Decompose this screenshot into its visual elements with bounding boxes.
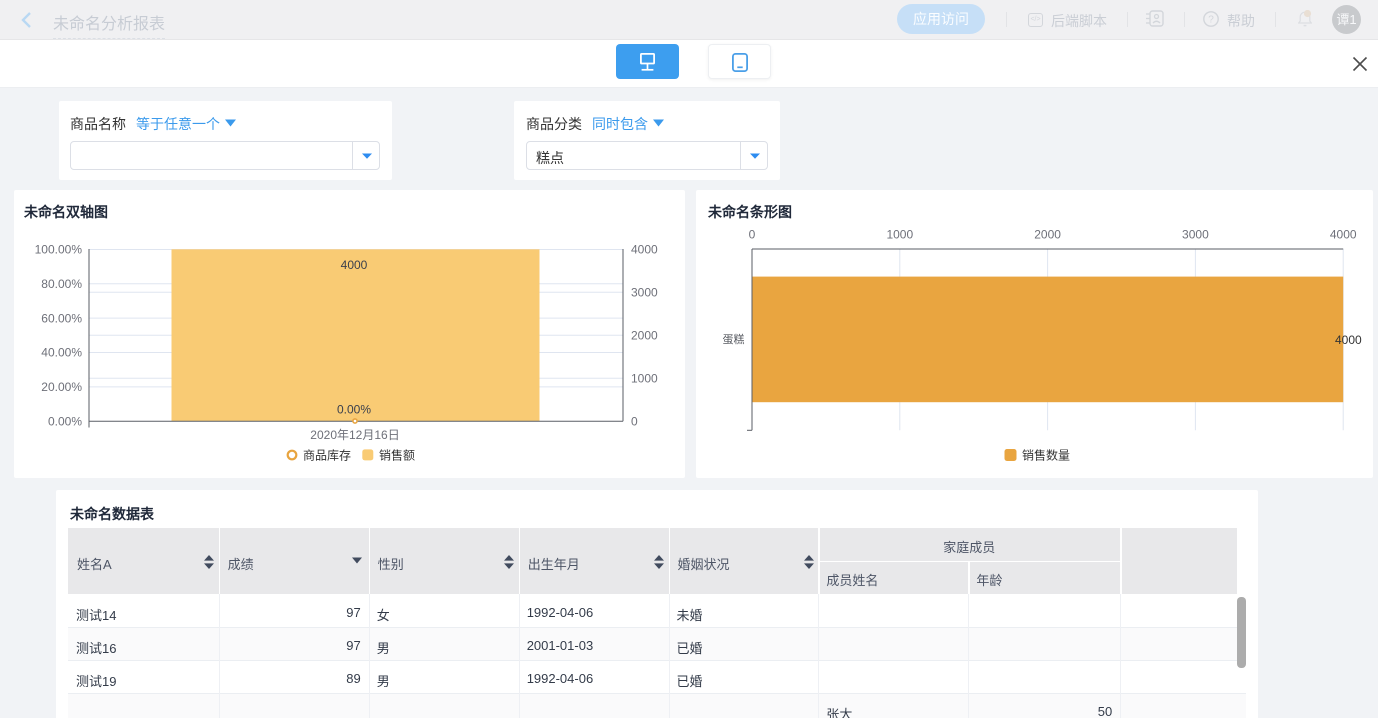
- svg-text:1000: 1000: [886, 228, 913, 242]
- svg-text:4000: 4000: [1330, 228, 1357, 242]
- svg-text:80.00%: 80.00%: [41, 277, 82, 291]
- svg-text:商品库存: 商品库存: [303, 448, 351, 463]
- svg-text:蛋糕: 蛋糕: [723, 332, 745, 346]
- svg-text:3000: 3000: [1182, 228, 1209, 242]
- svg-text:0.00%: 0.00%: [337, 403, 371, 417]
- svg-text:0: 0: [749, 228, 756, 242]
- svg-text:0: 0: [631, 415, 638, 429]
- svg-text:60.00%: 60.00%: [41, 311, 82, 325]
- svg-text:2000: 2000: [631, 329, 658, 343]
- svg-text:1000: 1000: [631, 372, 658, 386]
- svg-text:20.00%: 20.00%: [41, 380, 82, 394]
- svg-text:100.00%: 100.00%: [35, 243, 83, 257]
- svg-text:2020年12月16日: 2020年12月16日: [310, 428, 399, 442]
- svg-text:4000: 4000: [631, 243, 658, 257]
- svg-text:2000: 2000: [1034, 228, 1061, 242]
- svg-text:40.00%: 40.00%: [41, 346, 82, 360]
- svg-text:0.00%: 0.00%: [48, 415, 82, 429]
- svg-text:?: ?: [1208, 15, 1214, 26]
- svg-text:4000: 4000: [1335, 333, 1362, 347]
- svg-text:销售额: 销售额: [379, 448, 415, 463]
- svg-text:销售数量: 销售数量: [1022, 448, 1070, 463]
- svg-text:4000: 4000: [341, 258, 368, 272]
- svg-text:3000: 3000: [631, 286, 658, 300]
